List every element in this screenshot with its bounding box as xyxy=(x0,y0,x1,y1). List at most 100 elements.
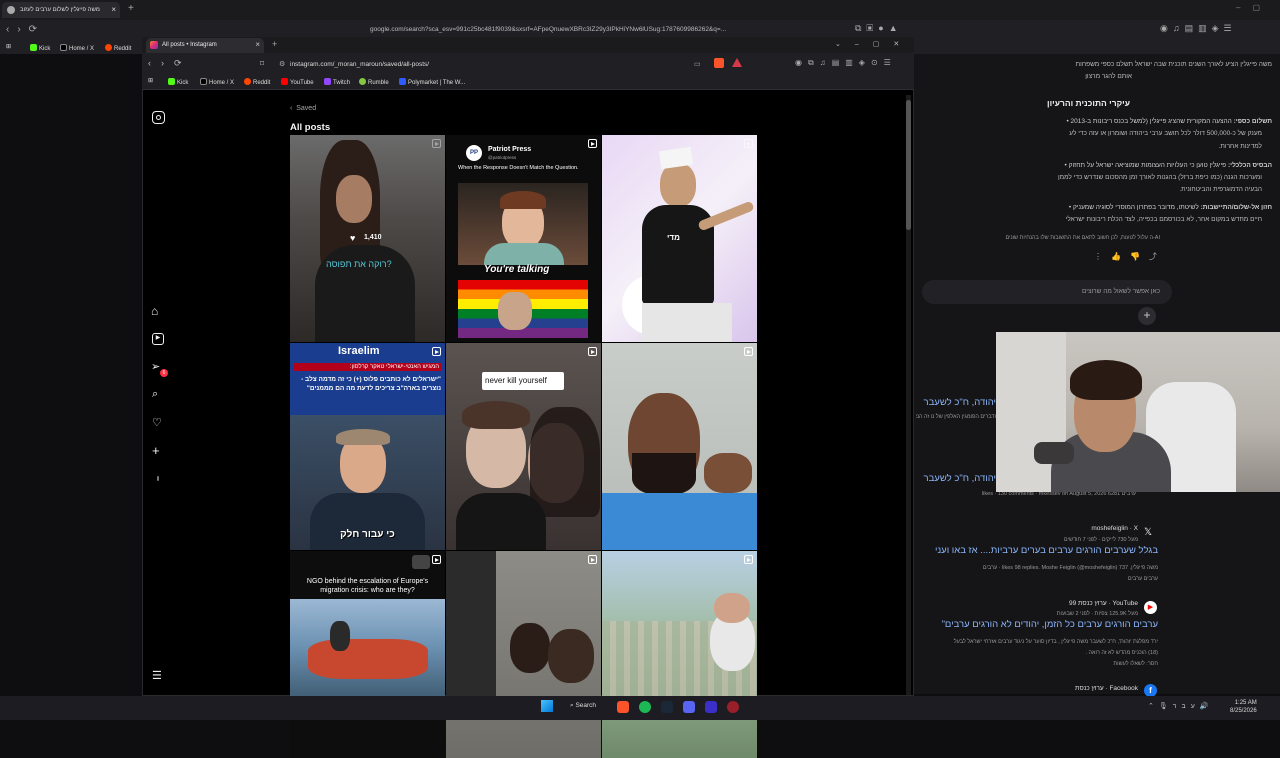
add-icon[interactable]: + xyxy=(1138,307,1156,325)
ai-bullet-2: הבסיס הכלכלי: פייגלין טוען כי העלויות הע… xyxy=(1064,162,1272,169)
share-icon[interactable]: ▭ xyxy=(694,60,701,68)
new-tab-icon[interactable]: + xyxy=(272,39,277,49)
obs-taskbar-icon[interactable] xyxy=(727,701,739,713)
spotify-taskbar-icon[interactable] xyxy=(639,701,651,713)
page-title: All posts xyxy=(290,122,331,133)
post-hair xyxy=(336,429,390,445)
post-tile[interactable]: never kill yourself xyxy=(446,343,601,550)
ask-followup-input[interactable]: כאן אפשר לשאול מה שרוצים xyxy=(922,280,1172,304)
kick-icon xyxy=(168,78,175,85)
windows-start-icon[interactable] xyxy=(541,700,553,712)
reel-icon xyxy=(588,555,597,564)
post-tile[interactable] xyxy=(602,551,757,758)
back-to-saved-link[interactable]: ‹ Saved xyxy=(290,105,316,112)
reddit-icon xyxy=(105,44,112,51)
logo-lens xyxy=(155,114,161,120)
ig-address-bar[interactable]: instagram.com/_moran_maroun/saved/all-po… xyxy=(290,61,429,68)
close-icon[interactable]: × xyxy=(111,5,116,14)
apps-grid-icon[interactable]: ⊞ xyxy=(6,43,11,50)
cam-microphone xyxy=(1034,442,1074,464)
background-extension-icons[interactable]: ⧉▣●▲ xyxy=(855,23,903,34)
bookmark-star-icon[interactable]: ⌑ xyxy=(260,59,264,68)
app-taskbar-icon[interactable] xyxy=(705,701,717,713)
reels-icon[interactable]: ▶ xyxy=(152,333,164,345)
brave-rewards-icon[interactable] xyxy=(732,58,742,67)
brave-taskbar-icon[interactable] xyxy=(617,701,629,713)
ig-bookmark-rumble[interactable]: Rumble xyxy=(359,78,389,86)
result-1-snippet: ודברים הפומגין האלפין של נו זה הנאה xyxy=(916,414,996,420)
post-beard xyxy=(632,453,696,495)
discord-taskbar-icon[interactable] xyxy=(683,701,695,713)
background-nav-icons[interactable]: ‹›⟳ xyxy=(6,24,45,35)
post-tile[interactable] xyxy=(446,551,601,758)
brave-shield-icon[interactable] xyxy=(714,58,724,68)
bookmark-x[interactable]: Home / X xyxy=(60,44,94,52)
background-address-bar[interactable]: google.com/search?sca_esv=991c25bc481f90… xyxy=(370,23,910,37)
result-1-title[interactable]: יהודה, ח"כ לשעבר xyxy=(916,398,996,408)
post-tile[interactable]: NGO behind the escalation of Europe's mi… xyxy=(290,551,445,758)
ig-window-controls[interactable]: ⌄–▢✕ xyxy=(835,40,913,48)
create-icon[interactable]: + xyxy=(152,443,160,458)
steam-taskbar-icon[interactable] xyxy=(661,701,673,713)
bookmark-kick[interactable]: Kick xyxy=(30,44,50,52)
reel-icon xyxy=(432,139,441,148)
scrollbar-thumb[interactable] xyxy=(906,100,911,230)
post-hair xyxy=(462,401,530,429)
background-toolbar-icons[interactable]: ◉♫▤▥◈☰ xyxy=(1160,23,1237,34)
messages-icon[interactable]: ➢ xyxy=(151,360,160,373)
post-shirt xyxy=(484,243,564,265)
post-tile[interactable]: מדי xyxy=(602,135,757,342)
bookmark-reddit[interactable]: Reddit xyxy=(105,44,131,52)
background-tab[interactable]: משה פייגלין לשלום ערבים לעזוב × xyxy=(2,2,120,18)
menu-icon[interactable]: ☰ xyxy=(152,669,162,682)
background-tab-bar xyxy=(0,0,1280,20)
site-info-icon[interactable]: ⚙ xyxy=(279,60,285,68)
ig-bookmark-kick[interactable]: Kick xyxy=(168,78,188,86)
patriot-press-logo: PP xyxy=(466,145,482,161)
search-icon[interactable]: ⌕ xyxy=(152,388,158,401)
post-tile[interactable]: PP Patriot Press @patriotpress When the … xyxy=(446,135,601,342)
post-tile[interactable] xyxy=(602,343,757,550)
instagram-logo-icon[interactable] xyxy=(152,111,165,124)
post-door xyxy=(446,551,496,701)
messages-badge: 6 xyxy=(160,369,168,377)
reel-icon xyxy=(744,347,753,356)
post-person xyxy=(330,621,350,651)
new-tab-icon[interactable]: + xyxy=(128,3,134,14)
youtube-result-title[interactable]: ערבים הורגים ערבים כל הזמן, יהודים לא הו… xyxy=(916,620,1158,630)
reel-icon xyxy=(432,347,441,356)
youtube-result-snippet-3: חסר: לשאלו לעשות xyxy=(1113,661,1158,667)
post-tile[interactable]: ♥ 1,410 ?רוקה את תפוסה xyxy=(290,135,445,342)
ig-bookmark-twitch[interactable]: Twitch xyxy=(324,78,350,86)
notifications-heart-icon[interactable]: ♡ xyxy=(152,416,162,429)
ai-bullet-3-line2: חיים מחדש במקום אחר, לא בכורסמם בכפייה, … xyxy=(1065,216,1262,223)
threads-icon[interactable] xyxy=(157,476,159,481)
feedback-icons[interactable]: ⋮👍👎⤴ xyxy=(1094,251,1166,262)
ig-tab[interactable]: All posts • Instagram × xyxy=(146,38,264,53)
youtube-result-snippet: ירד מפלגת 'זהות', ח"כ לשעבר משה פייגלין … xyxy=(953,639,1158,645)
twitch-icon xyxy=(324,78,331,85)
close-icon[interactable]: × xyxy=(255,40,260,49)
ai-bullet-1: תשלום כספי: ההצעה המקורית שהציג פייגלין … xyxy=(1066,118,1272,125)
window-controls[interactable]: –▢ xyxy=(1236,3,1272,12)
ig-extension-icons[interactable]: ◉⧉♫▤▥◈⊙☰ xyxy=(795,58,897,68)
taskbar-clock[interactable]: 1:25 AM 8/25/2026 xyxy=(1230,699,1257,715)
home-icon[interactable]: ⌂ xyxy=(151,304,158,318)
ig-bookmark-youtube[interactable]: YouTube xyxy=(281,78,314,86)
instagram-favicon-icon xyxy=(150,41,158,49)
reddit-icon xyxy=(244,78,251,85)
post-quote: "ישראלים לא כותבים פלוס (+) כי זה מדמה צ… xyxy=(301,376,441,392)
ig-bookmark-reddit[interactable]: Reddit xyxy=(244,78,270,86)
ai-intro-text-2: אותם להגר מרצון xyxy=(1085,73,1132,80)
apps-grid-icon[interactable]: ⊞ xyxy=(148,77,153,84)
ig-bookmark-x[interactable]: Home / X xyxy=(200,78,234,86)
ig-bookmark-polymarket[interactable]: Polymarket | The W... xyxy=(399,78,465,86)
ig-nav-icons[interactable]: ‹›⟳ xyxy=(148,58,192,69)
webcam-overlay xyxy=(996,332,1280,492)
post-tile[interactable]: Israelim המגיש האנטי-ישראלי טאקר קרלסון:… xyxy=(290,343,445,550)
post-hair xyxy=(500,191,546,209)
result-2-title[interactable]: יהודה, ח"כ לשעבר xyxy=(916,474,996,484)
taskbar-search[interactable]: ⌕ Search xyxy=(570,702,596,710)
system-tray[interactable]: ⌃🎙עבר🔊 xyxy=(1148,702,1214,710)
x-result-title[interactable]: בגלל שערבים הורגים ערבים בערים ערביות...… xyxy=(916,546,1158,556)
